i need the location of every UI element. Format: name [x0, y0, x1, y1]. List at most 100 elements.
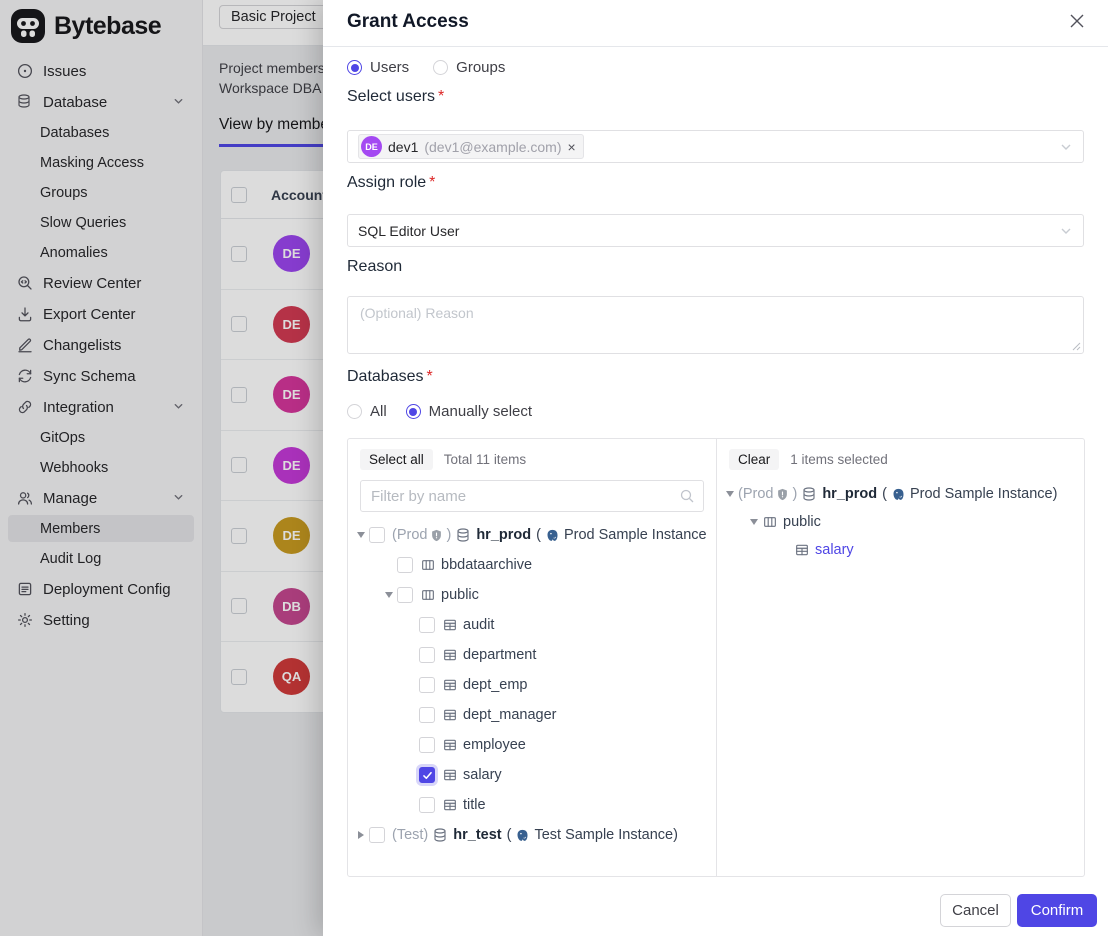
check-icon: [422, 770, 433, 781]
table-icon: [794, 542, 810, 558]
table-icon: [442, 767, 458, 783]
caret-down-icon[interactable]: [385, 592, 393, 598]
tree-row-dept-emp[interactable]: dept_emp: [353, 670, 716, 700]
tree-checkbox-dept-emp[interactable]: [419, 677, 435, 693]
modal-title: Grant Access: [347, 11, 469, 33]
instance-label: (Prod Sample Instance): [882, 486, 1057, 502]
radio-dot: [433, 60, 448, 75]
tree-row-title[interactable]: title: [353, 790, 716, 820]
tree-row-audit[interactable]: audit: [353, 610, 716, 640]
transfer-target-pane: Clear 1 items selected (Prod)hr_prod(Pro…: [717, 439, 1084, 876]
tree-row-department[interactable]: department: [353, 640, 716, 670]
postgres-icon: [515, 828, 530, 843]
tree-row-salary[interactable]: salary: [722, 536, 1084, 564]
select-all-button[interactable]: Select all: [360, 449, 433, 470]
chevron-down-icon: [1059, 224, 1073, 238]
required-asterisk: *: [429, 174, 435, 191]
tree-row-dept-manager[interactable]: dept_manager: [353, 700, 716, 730]
database-transfer-panel: Select all Total 11 items (Prod)hr_prod(…: [347, 438, 1085, 877]
assign-role-select[interactable]: SQL Editor User: [347, 214, 1084, 247]
caret-down-icon[interactable]: [750, 519, 758, 525]
environment-tag: (Test): [392, 827, 428, 843]
cancel-button[interactable]: Cancel: [940, 894, 1011, 927]
tree-checkbox-dept-manager[interactable]: [419, 707, 435, 723]
tree-node-label: hr_prod: [822, 486, 877, 502]
total-items-text: Total 11 items: [444, 452, 526, 467]
select-users-label: Select users*: [347, 88, 444, 106]
tree-checkbox-public[interactable]: [397, 587, 413, 603]
radio-dot: [406, 404, 421, 419]
remove-chip-icon[interactable]: ×: [568, 139, 576, 155]
database-icon: [801, 486, 817, 502]
table-icon: [442, 677, 458, 693]
clear-button[interactable]: Clear: [729, 449, 779, 470]
user-chip-name: dev1: [388, 139, 418, 155]
table-icon: [442, 647, 458, 663]
chevron-down-icon: [1059, 140, 1073, 154]
required-asterisk: *: [438, 88, 444, 105]
tree-row-bbdataarchive[interactable]: bbdataarchive: [353, 550, 716, 580]
tree-row-public[interactable]: public: [353, 580, 716, 610]
search-icon: [679, 488, 695, 504]
user-chip: DE dev1 (dev1@example.com) ×: [358, 134, 584, 159]
select-users-input[interactable]: DE dev1 (dev1@example.com) ×: [347, 130, 1084, 163]
radio-manually-select[interactable]: Manually select: [406, 403, 532, 420]
table-icon: [442, 737, 458, 753]
tree-checkbox-salary[interactable]: [419, 767, 435, 783]
tree-row-hr-prod[interactable]: (Prod) hr_prod (Prod Sample Instance: [353, 520, 716, 550]
radio-dot: [347, 60, 362, 75]
tree-caret[interactable]: [381, 592, 397, 598]
environment-tag: (Prod): [392, 527, 451, 543]
radio-groups[interactable]: Groups: [433, 59, 505, 76]
member-type-radio-group: Users Groups: [347, 59, 505, 76]
required-asterisk: *: [427, 368, 433, 385]
tree-checkbox-hr-test[interactable]: [369, 827, 385, 843]
tree-node-label: hr_prod: [476, 527, 531, 543]
radio-all[interactable]: All: [347, 403, 387, 420]
selected-count-text: 1 items selected: [790, 452, 888, 467]
instance-label: (Test Sample Instance): [507, 827, 678, 843]
caret-right-icon[interactable]: [358, 831, 364, 839]
shield-icon: [429, 528, 444, 543]
tree-row-employee[interactable]: employee: [353, 730, 716, 760]
table-icon: [442, 707, 458, 723]
table-icon: [442, 797, 458, 813]
schema-icon: [420, 557, 436, 573]
tree-node-label: public: [783, 514, 821, 530]
caret-down-icon[interactable]: [726, 491, 734, 497]
tree-row-hr-test[interactable]: (Test)hr_test(Test Sample Instance): [353, 820, 716, 850]
tree-node-label: dept_manager: [463, 707, 557, 723]
tree-caret[interactable]: [746, 519, 762, 525]
grant-access-modal: Grant Access Users Groups Select users* …: [323, 0, 1108, 936]
filter-field: [360, 480, 704, 512]
caret-down-icon[interactable]: [357, 532, 365, 538]
close-icon[interactable]: [1067, 11, 1087, 31]
databases-label: Databases*: [347, 368, 433, 386]
radio-users[interactable]: Users: [347, 59, 409, 76]
tree-row-hr-prod[interactable]: (Prod) hr_prod (Prod Sample Instance): [722, 480, 1084, 508]
confirm-button[interactable]: Confirm: [1017, 894, 1097, 927]
database-icon: [432, 827, 448, 843]
assign-role-value: SQL Editor User: [358, 223, 459, 239]
tree-row-public[interactable]: public: [722, 508, 1084, 536]
tree-checkbox-audit[interactable]: [419, 617, 435, 633]
tree-checkbox-department[interactable]: [419, 647, 435, 663]
environment-tag: (Prod): [738, 486, 797, 502]
tree-node-label: audit: [463, 617, 494, 633]
tree-node-label: dept_emp: [463, 677, 528, 693]
filter-input[interactable]: [360, 480, 704, 512]
tree-checkbox-bbdataarchive[interactable]: [397, 557, 413, 573]
tree-caret[interactable]: [353, 831, 369, 839]
tree-checkbox-hr-prod[interactable]: [369, 527, 385, 543]
radio-dot: [347, 404, 362, 419]
reason-textarea[interactable]: [347, 296, 1084, 354]
tree-checkbox-employee[interactable]: [419, 737, 435, 753]
tree-caret[interactable]: [353, 532, 369, 538]
tree-checkbox-title[interactable]: [419, 797, 435, 813]
tree-row-salary[interactable]: salary: [353, 760, 716, 790]
postgres-icon: [891, 487, 906, 502]
tree-caret[interactable]: [722, 491, 738, 497]
resize-grip-icon[interactable]: [1072, 342, 1081, 351]
instance-label: (Prod Sample Instance: [536, 527, 707, 543]
databases-radio-group: All Manually select: [347, 403, 532, 420]
